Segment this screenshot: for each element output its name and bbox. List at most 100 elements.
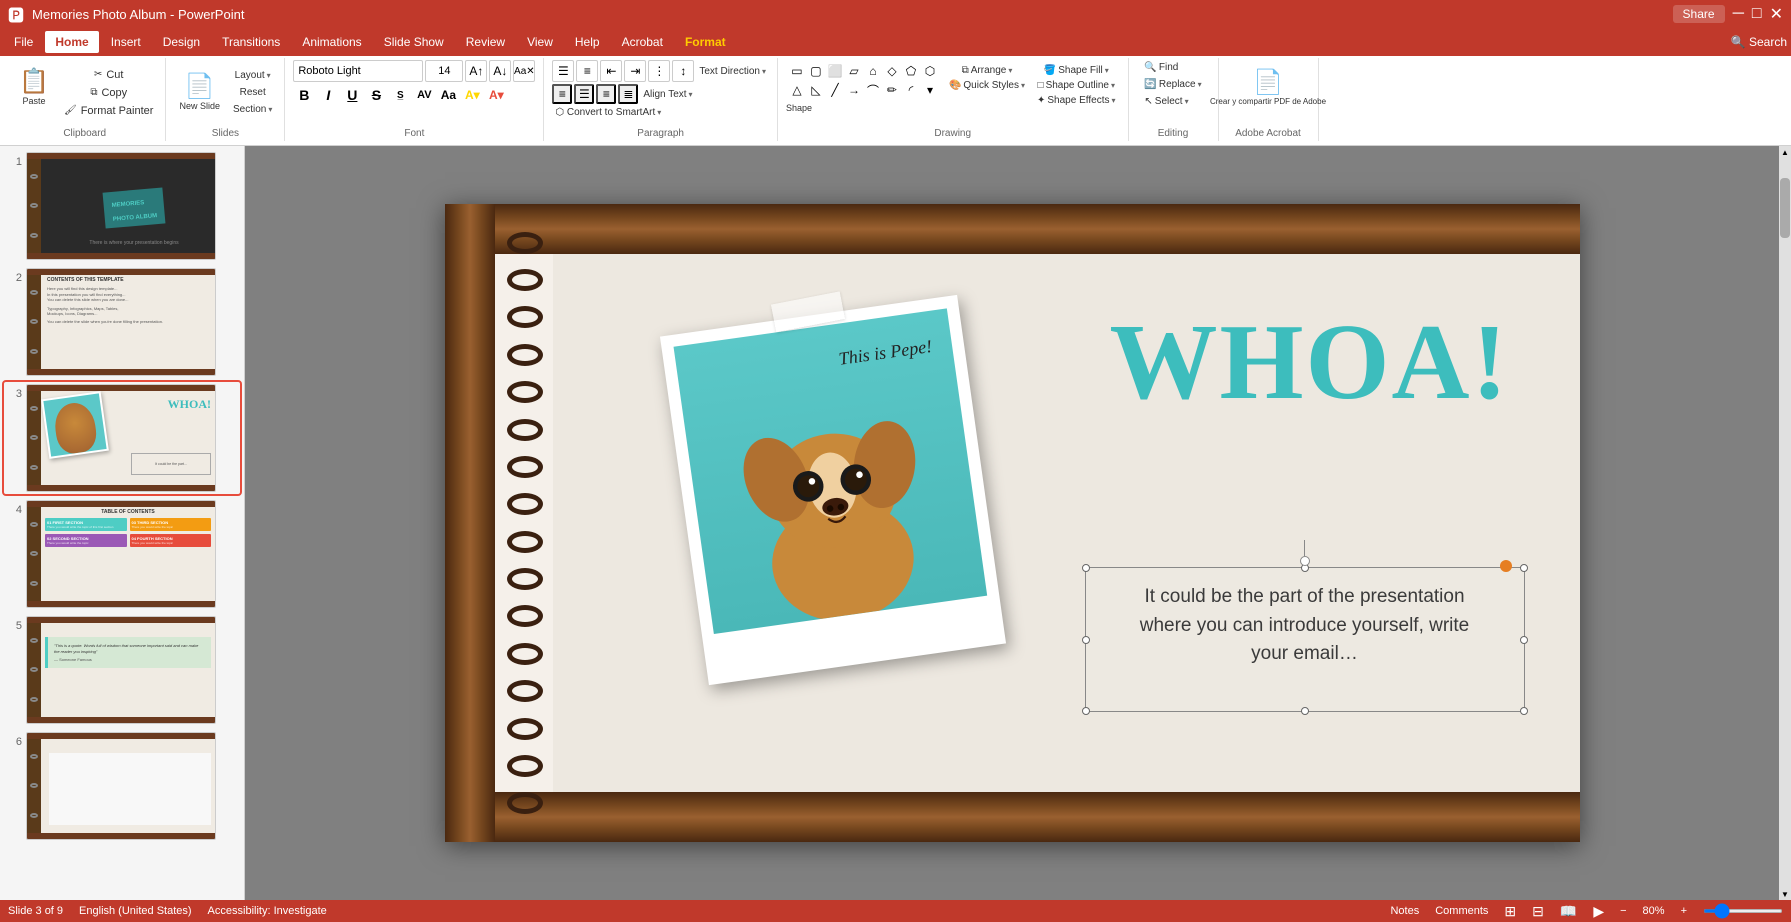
shape-outline-button[interactable]: □ Shape Outline▾	[1033, 79, 1120, 92]
shape-arrow[interactable]: →	[845, 81, 863, 99]
slide-thumb-2[interactable]: 2 CONTENTS OF THIS TEMPLATE Here you wil…	[4, 266, 240, 378]
handle-bm[interactable]	[1301, 707, 1309, 715]
menu-insert[interactable]: Insert	[101, 31, 151, 53]
notes-button[interactable]: Notes	[1390, 905, 1419, 917]
italic-button[interactable]: I	[317, 84, 339, 106]
shape-snip-rect[interactable]: ⬜	[826, 62, 844, 80]
text-direction-button[interactable]: Text Direction▾	[696, 65, 769, 78]
justify-button[interactable]: ≣	[618, 84, 638, 104]
close-button[interactable]: ✕	[1770, 4, 1783, 24]
menu-file[interactable]: File	[4, 31, 43, 53]
text-box[interactable]: It could be the part of the presentation…	[1085, 567, 1525, 712]
slide-thumb-6[interactable]: 6	[4, 730, 240, 842]
columns-button[interactable]: ⋮	[648, 60, 670, 82]
bold-button[interactable]: B	[293, 84, 315, 106]
normal-view-button[interactable]: ⊞	[1504, 903, 1516, 920]
slide-thumb-3[interactable]: 3 WHOA! It coul	[4, 382, 240, 494]
font-color-button[interactable]: A▾	[485, 84, 507, 106]
decrease-indent-button[interactable]: ⇤	[600, 60, 622, 82]
find-button[interactable]: 🔍 Find	[1140, 60, 1182, 75]
new-slide-button[interactable]: 📄 New Slide	[174, 65, 225, 121]
numbered-list-button[interactable]: ≡	[576, 60, 598, 82]
vertical-scrollbar[interactable]: ▲ ▼	[1779, 146, 1791, 900]
increase-indent-button[interactable]: ⇥	[624, 60, 646, 82]
handle-br[interactable]	[1520, 707, 1528, 715]
cut-button[interactable]: ✂ Cut	[60, 67, 157, 83]
align-right-button[interactable]: ≡	[596, 84, 616, 104]
paste-button[interactable]: 📋 Paste	[12, 60, 56, 116]
reset-button[interactable]: Reset	[229, 85, 276, 100]
quick-styles-button[interactable]: 🎨 Quick Styles▾	[945, 79, 1029, 92]
slide-thumb-5[interactable]: 5 "This is a quote. Words full of wisdom…	[4, 614, 240, 726]
slide-sorter-button[interactable]: ⊟	[1532, 903, 1544, 920]
menu-acrobat[interactable]: Acrobat	[612, 31, 673, 53]
handle-bl[interactable]	[1082, 707, 1090, 715]
font-size-input[interactable]	[425, 60, 463, 82]
replace-button[interactable]: 🔄 Replace▾	[1140, 77, 1205, 92]
menu-home[interactable]: Home	[45, 31, 98, 53]
shape-hexagon[interactable]: ⬡	[921, 62, 939, 80]
shape-more[interactable]: ▾	[921, 81, 939, 99]
comments-button[interactable]: Comments	[1435, 905, 1488, 917]
font-size-increase-button[interactable]: A↑	[465, 60, 487, 82]
handle-mr[interactable]	[1520, 636, 1528, 644]
slideshow-button[interactable]: ▶	[1593, 903, 1604, 920]
shape-triangle[interactable]: △	[788, 81, 806, 99]
reading-view-button[interactable]: 📖	[1560, 903, 1577, 920]
align-center-button[interactable]: ☰	[574, 84, 594, 104]
handle-tr[interactable]	[1520, 564, 1528, 572]
copy-button[interactable]: ⧉ Copy	[60, 85, 157, 101]
scrollbar-thumb[interactable]	[1780, 178, 1790, 238]
strikethrough-button[interactable]: S	[365, 84, 387, 106]
handle-ml[interactable]	[1082, 636, 1090, 644]
menu-transitions[interactable]: Transitions	[212, 31, 290, 53]
handle-tl[interactable]	[1082, 564, 1090, 572]
whoa-heading[interactable]: WHOA!	[1110, 309, 1510, 417]
shape-rounded-rect[interactable]: ▢	[807, 62, 825, 80]
shape-trapezoid[interactable]: ⌂	[864, 62, 882, 80]
clear-formatting-button[interactable]: Aa✕	[513, 60, 535, 82]
menu-review[interactable]: Review	[456, 31, 515, 53]
scroll-down-button[interactable]: ▼	[1779, 888, 1791, 900]
shape-effects-button[interactable]: ✦ Shape Effects▾	[1033, 94, 1120, 107]
shape-arc[interactable]: ◜	[902, 81, 920, 99]
adobe-create-button[interactable]: 📄 Crear y compartir PDF de Adobe	[1228, 60, 1308, 116]
canvas-area[interactable]: This is Pepe!	[245, 146, 1779, 900]
shape-freeform[interactable]: ✏	[883, 81, 901, 99]
select-button[interactable]: ↖ Select▾	[1140, 94, 1192, 109]
search-box[interactable]: 🔍 Search	[1731, 35, 1787, 49]
text-shadow-button[interactable]: S̲	[389, 84, 411, 106]
menu-animations[interactable]: Animations	[292, 31, 371, 53]
shape-rectangle[interactable]: ▭	[788, 62, 806, 80]
char-spacing-button[interactable]: AV	[413, 84, 435, 106]
polaroid-photo[interactable]: This is Pepe!	[659, 295, 1005, 685]
highlight-color-button[interactable]: A▾	[461, 84, 483, 106]
slide-thumb-4[interactable]: 4 TABLE OF CONTENTS 01 FIRST SECTION The…	[4, 498, 240, 610]
zoom-slider[interactable]	[1703, 909, 1783, 913]
minimize-button[interactable]: ─	[1733, 5, 1744, 23]
shape-parallelogram[interactable]: ▱	[845, 62, 863, 80]
menu-slideshow[interactable]: Slide Show	[374, 31, 454, 53]
arrange-button[interactable]: ⧉ Arrange▾	[945, 64, 1029, 77]
font-family-input[interactable]	[293, 60, 423, 82]
menu-view[interactable]: View	[517, 31, 563, 53]
align-text-button[interactable]: Align Text▾	[640, 88, 695, 101]
shape-curve[interactable]: ⌒	[864, 81, 882, 99]
shape-pentagon[interactable]: ⬠	[902, 62, 920, 80]
zoom-out-button[interactable]: −	[1620, 905, 1626, 917]
slide-thumb-1[interactable]: 1 MEMORIES PHOTO ALBUM There is where yo…	[4, 150, 240, 262]
align-left-button[interactable]: ≡	[552, 84, 572, 104]
rotation-handle[interactable]	[1300, 540, 1310, 566]
convert-smartart-button[interactable]: ⬡ Convert to SmartArt▾	[552, 106, 664, 119]
format-painter-button[interactable]: 🖌 Format Painter	[60, 103, 157, 119]
line-spacing-button[interactable]: ↕	[672, 60, 694, 82]
section-button[interactable]: Section▾	[229, 102, 276, 117]
maximize-button[interactable]: □	[1752, 5, 1762, 23]
scroll-up-button[interactable]: ▲	[1779, 146, 1791, 158]
menu-format[interactable]: Format	[675, 31, 736, 53]
menu-help[interactable]: Help	[565, 31, 610, 53]
shape-rtriangle[interactable]: ◺	[807, 81, 825, 99]
font-size-decrease-button[interactable]: A↓	[489, 60, 511, 82]
underline-button[interactable]: U	[341, 84, 363, 106]
zoom-in-button[interactable]: +	[1681, 905, 1687, 917]
